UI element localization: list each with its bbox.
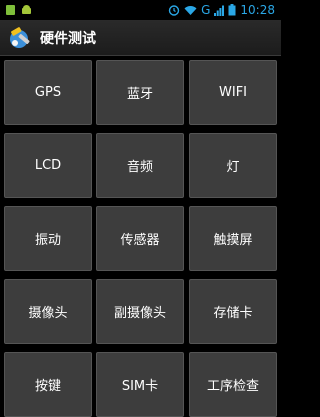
test-button-sub-camera[interactable]: 副摄像头 — [96, 279, 184, 344]
test-label: 灯 — [226, 160, 240, 175]
test-label: SIM卡 — [121, 379, 159, 394]
clock-time: 10:28 — [240, 3, 275, 17]
signal-strength-icon — [214, 5, 225, 16]
test-label: GPS — [34, 85, 62, 100]
android-debug-icon — [21, 5, 32, 15]
sd-card-icon — [6, 5, 15, 15]
test-button-keys[interactable]: 按键 — [4, 352, 92, 417]
test-label: 触摸屏 — [213, 233, 253, 248]
hardware-test-grid: GPS 蓝牙 WIFI LCD 音频 灯 振动 传感器 触摸屏 摄像头 副摄像头… — [0, 56, 281, 417]
page-title: 硬件测试 — [40, 30, 96, 47]
test-button-camera[interactable]: 摄像头 — [4, 279, 92, 344]
test-button-bluetooth[interactable]: 蓝牙 — [96, 60, 184, 125]
test-label: LCD — [34, 158, 62, 173]
test-button-audio[interactable]: 音频 — [96, 133, 184, 198]
app-title-bar: 硬件测试 — [0, 20, 281, 56]
battery-icon — [228, 4, 236, 16]
test-button-light[interactable]: 灯 — [189, 133, 277, 198]
test-label: WIFI — [219, 85, 247, 100]
status-left — [0, 5, 32, 15]
test-button-wifi[interactable]: WIFI — [189, 60, 277, 125]
status-bar: G 10:28 — [0, 0, 281, 20]
test-button-storage-card[interactable]: 存储卡 — [189, 279, 277, 344]
test-button-touchscreen[interactable]: 触摸屏 — [189, 206, 277, 271]
test-label: 传感器 — [120, 233, 160, 248]
test-label: 蓝牙 — [126, 87, 153, 102]
test-label: 工序检查 — [206, 379, 259, 394]
tools-app-icon — [6, 25, 32, 51]
test-label: 按键 — [34, 379, 61, 394]
network-type-label: G — [201, 3, 211, 17]
test-label: 音频 — [126, 160, 153, 175]
test-button-lcd[interactable]: LCD — [4, 133, 92, 198]
test-button-sensor[interactable]: 传感器 — [96, 206, 184, 271]
alarm-clock-icon — [168, 4, 180, 16]
test-label: 振动 — [34, 233, 61, 248]
test-button-gps[interactable]: GPS — [4, 60, 92, 125]
test-label: 摄像头 — [28, 306, 68, 321]
test-button-sim-card[interactable]: SIM卡 — [96, 352, 184, 417]
test-label: 副摄像头 — [113, 306, 166, 321]
status-right: G 10:28 — [168, 3, 281, 17]
test-button-process-check[interactable]: 工序检查 — [189, 352, 277, 417]
wifi-icon — [184, 5, 197, 16]
test-button-vibration[interactable]: 振动 — [4, 206, 92, 271]
test-label: 存储卡 — [213, 306, 253, 321]
